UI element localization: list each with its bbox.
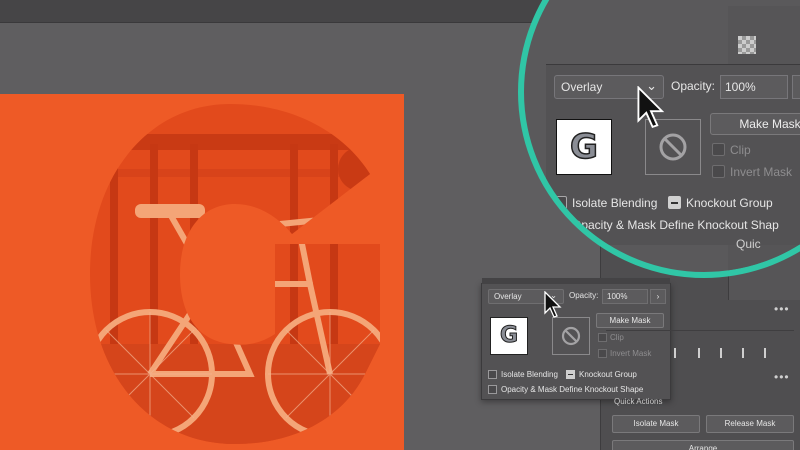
mask-thumbnail[interactable] — [552, 317, 590, 355]
opacity-arrow-button-zoomed[interactable]: › — [792, 75, 800, 99]
opacity-label: Opacity: — [569, 291, 599, 300]
artboard[interactable] — [0, 94, 404, 450]
isolate-blending-label: Isolate Blending — [501, 370, 558, 379]
blend-mode-value-zoomed: Overlay — [561, 80, 603, 94]
make-mask-button-zoomed[interactable]: Make Mask — [710, 113, 800, 135]
invert-mask-checkbox[interactable] — [598, 349, 607, 358]
transparency-panel-zoomed: Overlay ⌄ Opacity: 100% › G Make Ma — [546, 64, 800, 245]
isolate-blending-checkbox[interactable] — [488, 370, 497, 379]
clip-label-zoomed: Clip — [730, 143, 751, 157]
knockout-group-checkbox[interactable] — [566, 370, 575, 379]
knockout-group-checkbox-zoomed[interactable] — [668, 196, 681, 209]
clip-checkbox[interactable] — [598, 333, 607, 342]
align-middle-icon[interactable] — [764, 348, 776, 358]
blend-mode-value: Overlay — [494, 292, 522, 301]
more-options-icon-2[interactable]: ••• — [774, 370, 790, 384]
no-mask-icon — [561, 326, 581, 346]
mouse-pointer-icon — [544, 291, 562, 318]
align-controls — [612, 346, 792, 360]
align-top-icon[interactable] — [742, 348, 754, 358]
knockout-group-label: Knockout Group — [579, 370, 637, 379]
zoom-magnifier: Overlay ⌄ Opacity: 100% › G Make Ma — [518, 0, 800, 278]
opacity-value: 100% — [607, 292, 628, 301]
mixed-state-icon — [671, 202, 678, 204]
opacity-mask-knockout-label: Opacity & Mask Define Knockout Shape — [501, 385, 644, 394]
opacity-mask-knockout-checkbox[interactable] — [488, 385, 497, 394]
opacity-arrow-button[interactable]: › — [650, 289, 666, 304]
align-center-icon[interactable] — [698, 348, 710, 358]
opacity-mask-knockout-checkbox-zoomed[interactable] — [554, 218, 567, 231]
illustrator-workspace: ✎ Overlay ⌄ Opacity: 100% › G Make Mask … — [0, 0, 800, 450]
quick-actions-heading-zoomed: Quic — [736, 237, 761, 251]
invert-mask-label-zoomed: Invert Mask — [730, 165, 793, 179]
clip-label: Clip — [610, 333, 624, 342]
more-options-icon[interactable]: ••• — [774, 302, 790, 316]
g-shaped-bicycle-image[interactable] — [60, 94, 400, 450]
artwork-thumbnail-zoomed[interactable]: G — [556, 119, 612, 175]
invert-mask-checkbox-zoomed[interactable] — [712, 165, 725, 178]
knockout-group-label-zoomed: Knockout Group — [686, 196, 773, 210]
opacity-input[interactable]: 100% — [602, 289, 648, 304]
zoom-content: Overlay ⌄ Opacity: 100% › G Make Ma — [524, 6, 800, 272]
thumbnail-g-zoomed: G — [569, 126, 598, 168]
artwork-thumbnail[interactable]: G — [490, 317, 528, 355]
no-mask-icon — [659, 133, 687, 161]
zoom-transparency-icon — [738, 36, 756, 54]
quick-actions-heading: Quick Actions — [614, 397, 663, 406]
transparency-panel: Overlay ⌄ Opacity: 100% › G Make Mask Cl… — [481, 278, 671, 400]
panel-divider — [606, 330, 794, 331]
mouse-pointer-icon-zoomed — [637, 86, 665, 129]
opacity-value-zoomed: 100% — [725, 80, 756, 94]
align-left-icon[interactable] — [674, 348, 686, 358]
thumbnail-g: G — [499, 323, 519, 349]
panel-titlebar[interactable] — [482, 278, 670, 284]
make-mask-button[interactable]: Make Mask — [596, 313, 664, 328]
arrange-button[interactable]: Arrange — [612, 440, 794, 450]
opacity-input-zoomed[interactable]: 100% — [720, 75, 788, 99]
mixed-state-icon — [568, 374, 573, 375]
opacity-label-zoomed: Opacity: — [671, 79, 716, 93]
isolate-mask-button[interactable]: Isolate Mask — [612, 415, 700, 433]
isolate-blending-label-zoomed: Isolate Blending — [572, 196, 658, 210]
release-mask-button[interactable]: Release Mask — [706, 415, 794, 433]
opacity-mask-knockout-label-zoomed: Opacity & Mask Define Knockout Shap — [572, 218, 779, 232]
clip-checkbox-zoomed[interactable] — [712, 143, 725, 156]
isolate-blending-checkbox-zoomed[interactable] — [554, 196, 567, 209]
align-right-icon[interactable] — [720, 348, 732, 358]
